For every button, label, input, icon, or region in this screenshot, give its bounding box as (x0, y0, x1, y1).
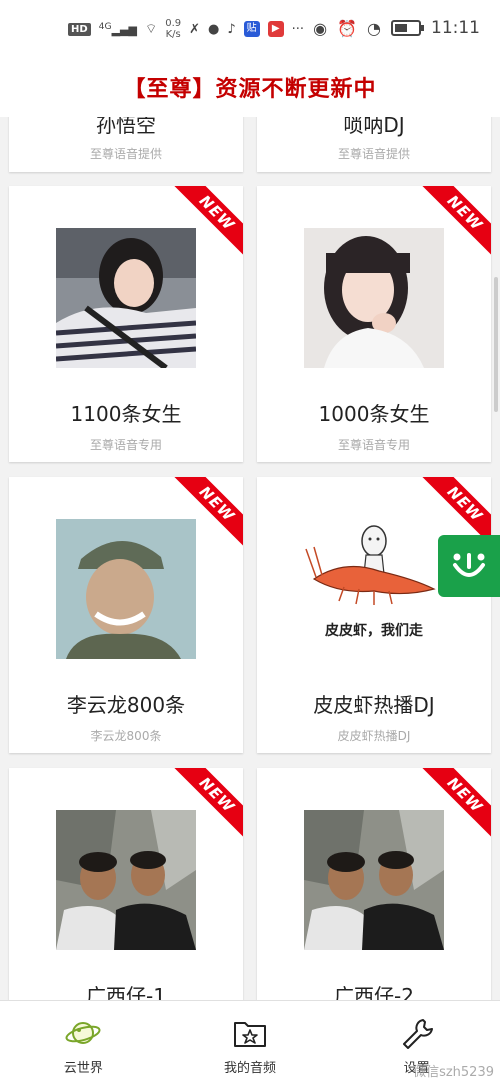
missed-call-icon: ✗ (189, 21, 201, 37)
audio-card[interactable]: NEW 1000条女生 至尊语音专用 (257, 186, 491, 462)
card-subtitle: 至尊语音专用 (337, 438, 410, 452)
page-title: 【至尊】资源不断更新中 (123, 77, 377, 102)
watermark: 微信szh5239 (413, 1065, 494, 1080)
card-subtitle: 至尊语音提供 (337, 147, 410, 161)
scrollbar[interactable] (494, 277, 498, 412)
tiktok-icon: ♪ (227, 21, 236, 37)
card-title: 1000条女生 (318, 402, 430, 426)
wechat-icon: ● (208, 21, 220, 37)
audio-card[interactable]: NEW 1100条女生 至尊语音专用 (9, 186, 243, 462)
card-title: 孙悟空 (96, 117, 156, 137)
audio-card[interactable]: 唢呐DJ 至尊语音提供 (257, 117, 491, 172)
audio-card[interactable]: 孙悟空 至尊语音提供 (9, 117, 243, 172)
hd-indicator: HD (68, 22, 91, 36)
girl-photo-thumbnail (304, 228, 444, 368)
card-subtitle: 至尊语音专用 (89, 438, 162, 452)
status-right: ◉ ⏰ ◔ 11:11 (313, 18, 480, 38)
floating-smile-button[interactable] (438, 535, 500, 597)
card-title: 皮皮虾热播DJ (313, 693, 435, 717)
network-speed: 0.9 K/s (165, 18, 181, 40)
card-subtitle: 皮皮虾热播DJ (337, 729, 411, 743)
folder-star-icon (234, 1022, 266, 1047)
card-title: 唢呐DJ (343, 117, 405, 137)
card-title: 李云龙800条 (66, 693, 186, 717)
nav-label: 我的音频 (224, 1061, 277, 1076)
card-title: 广西仔-2 (334, 984, 414, 1000)
signal-icon: 4G▂▄▆ (98, 21, 137, 37)
card-title: 1100条女生 (70, 402, 182, 426)
status-bar: HD 4G▂▄▆ ⌔ 0.9 K/s ✗ ● ♪ 贴 ▶ ··· ◉ ⏰ ◔ 11… (0, 0, 500, 62)
network-type: 4G (98, 21, 112, 33)
status-left: HD 4G▂▄▆ ⌔ 0.9 K/s ✗ ● ♪ 贴 ▶ ··· (68, 18, 304, 40)
clock: 11:11 (431, 18, 480, 38)
nav-item-cloud-world[interactable]: 云世界 (0, 1001, 167, 1084)
audio-grid[interactable]: 孙悟空 至尊语音提供 唢呐DJ 至尊语音提供 NEW 1100条女生 至尊语音专… (0, 117, 500, 1000)
nav-label: 云世界 (63, 1061, 103, 1076)
eye-icon: ◉ (313, 18, 328, 38)
planet-icon (65, 1022, 101, 1044)
more-icon: ··· (291, 21, 305, 37)
two-men-photo-thumbnail (304, 810, 444, 950)
battery-icon (391, 20, 424, 36)
speed-unit: K/s (165, 29, 181, 40)
speed-gauge-icon: ◔ (367, 18, 381, 38)
shrimp-meme-thumbnail: 皮皮虾，我们走 (304, 519, 444, 659)
alarm-icon: ⏰ (337, 18, 358, 38)
audio-card[interactable]: NEW 李云龙800条 李云龙800条 (9, 477, 243, 753)
soldier-photo-thumbnail (56, 519, 196, 659)
speed-value: 0.9 (165, 18, 182, 29)
card-subtitle: 李云龙800条 (90, 729, 162, 743)
video-app-icon: ▶ (267, 21, 284, 37)
audio-card[interactable]: NEW 广西仔-1 (9, 768, 243, 1000)
app-notification-icon: 贴 (243, 21, 260, 37)
header: 【至尊】资源不断更新中 (0, 62, 500, 117)
two-men-photo-thumbnail (56, 810, 196, 950)
smile-icon (453, 553, 485, 577)
nav-item-my-audio[interactable]: 我的音频 (167, 1001, 334, 1084)
audio-card[interactable]: NEW 皮皮虾，我们走 皮皮虾热播DJ 皮皮虾热播DJ (257, 477, 491, 753)
wifi-icon: ⌔ (144, 22, 158, 37)
image-caption: 皮皮虾，我们走 (325, 623, 423, 639)
wrench-icon (402, 1019, 433, 1049)
girl-photo-thumbnail (56, 228, 196, 368)
card-title: 广西仔-1 (86, 984, 166, 1000)
audio-card[interactable]: NEW 广西仔-2 (257, 768, 491, 1000)
card-subtitle: 至尊语音提供 (89, 147, 162, 161)
bottom-nav: 云世界 我的音频 设置 微信szh5239 (0, 1000, 500, 1084)
